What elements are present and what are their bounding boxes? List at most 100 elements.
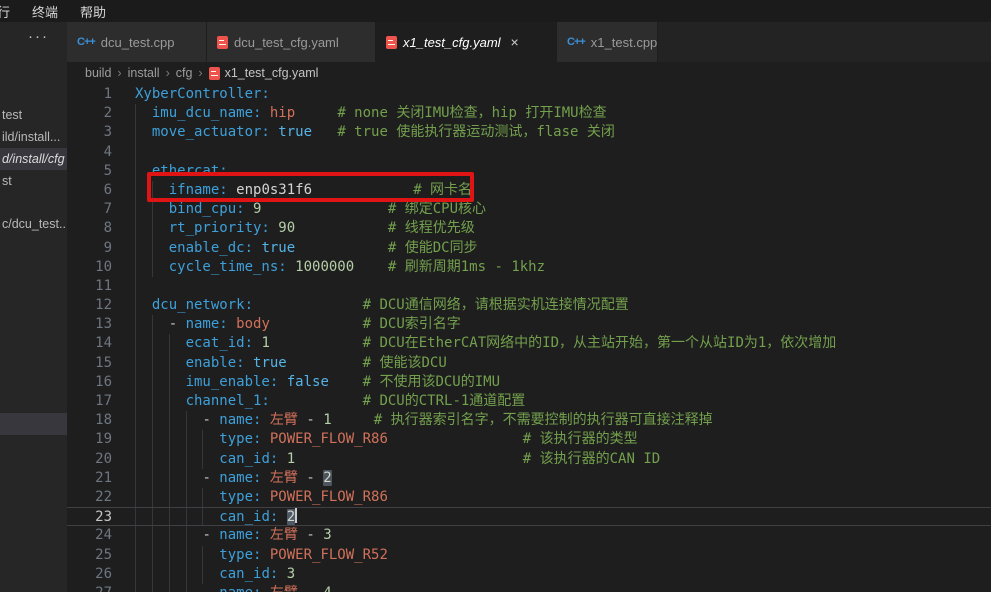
code-line-17[interactable]: 17 channel_1: # DCU的CTRL-1通道配置 [67,392,991,411]
indent-guide [186,565,187,584]
indent-guide [152,219,153,238]
more-actions-icon[interactable]: ··· [28,28,49,45]
code-text: - name: body # DCU索引名字 [127,316,461,332]
code-line-18[interactable]: 18 - name: 左臂 - 1 # 执行器索引名字，不需要控制的执行器可直接… [67,411,991,430]
line-number: 21 [67,469,127,488]
sidebar-list-item[interactable] [0,413,67,435]
line-number: 26 [67,565,127,584]
tab-x1_test_cfg.yaml[interactable]: x1_test_cfg.yaml × [376,22,557,62]
indent-guide [135,584,136,592]
code-text: enable_dc: true # 使能DC同步 [127,240,478,256]
vscode-window: 行终端帮助 ··· testild/install...d/install/cf… [0,0,991,592]
code-text: type: POWER_FLOW_R86 [127,489,388,505]
code-text: can_id: 1 # 该执行器的CAN ID [127,451,660,467]
sidebar-list-item[interactable]: st [0,170,67,192]
code-line-13[interactable]: 13 - name: body # DCU索引名字 [67,315,991,334]
close-icon[interactable]: × [511,34,519,50]
code-line-7[interactable]: 7 bind_cpu: 9 # 绑定CPU核心 [67,200,991,219]
code-line-24[interactable]: 24 - name: 左臂 - 3 [67,526,991,545]
code-line-12[interactable]: 12 dcu_network: # DCU通信网络，请根据实机连接情况配置 [67,296,991,315]
indent-guide [152,584,153,592]
indent-guide [169,430,170,449]
code-line-22[interactable]: 22 type: POWER_FLOW_R86 [67,488,991,507]
line-number: 12 [67,296,127,315]
breadcrumb-segment[interactable]: build [85,66,111,80]
tab-dcu_test.cpp[interactable]: C++dcu_test.cpp [67,22,207,62]
code-line-3[interactable]: 3 move_actuator: true # true 使能执行器运动测试，f… [67,123,991,142]
indent-guide [169,488,170,507]
tab-label: x1_test.cpp [591,35,658,50]
line-number: 19 [67,430,127,449]
tab-label: x1_test_cfg.yaml [403,35,501,50]
indent-guide [152,200,153,219]
menu-item-terminal[interactable]: 终端 [21,2,69,21]
menu-item-help[interactable]: 帮助 [69,2,117,21]
code-line-8[interactable]: 8 rt_priority: 90 # 线程优先级 [67,219,991,238]
tab-dcu_test_cfg.yaml[interactable]: dcu_test_cfg.yaml [207,22,376,62]
code-text: cycle_time_ns: 1000000 # 刷新周期1ms - 1khz [127,259,545,275]
code-line-2[interactable]: 2 imu_dcu_name: hip # none 关闭IMU检查，hip 打… [67,104,991,123]
indent-guide [169,334,170,353]
code-line-14[interactable]: 14 ecat_id: 1 # DCU在EtherCAT网络中的ID，从主站开始… [67,334,991,353]
code-line-23[interactable]: 23 can_id: 2 [67,507,991,526]
indent-guide [135,258,136,277]
indent-guide [135,277,136,296]
indent-guide [135,239,136,258]
breadcrumb-segment[interactable]: cfg [176,66,193,80]
sidebar-list-item[interactable]: d/install/cfg [0,148,67,170]
code-editor[interactable]: 1XyberController:2 imu_dcu_name: hip # n… [67,84,991,592]
code-line-10[interactable]: 10 cycle_time_ns: 1000000 # 刷新周期1ms - 1k… [67,258,991,277]
indent-guide [135,334,136,353]
line-number: 17 [67,392,127,411]
line-number: 1 [67,85,127,104]
yaml-file-icon [209,67,220,80]
code-line-25[interactable]: 25 type: POWER_FLOW_R52 [67,546,991,565]
indent-guide [135,373,136,392]
indent-guide [152,469,153,488]
breadcrumb[interactable]: build›install›cfg›x1_test_cfg.yaml [67,62,991,84]
code-line-11[interactable]: 11 [67,277,991,296]
code-text: type: POWER_FLOW_R86 # 该执行器的类型 [127,431,638,447]
code-line-26[interactable]: 26 can_id: 3 [67,565,991,584]
breadcrumb-segment[interactable]: install [128,66,160,80]
code-text: channel_1: # DCU的CTRL-1通道配置 [127,393,525,409]
indent-guide [169,354,170,373]
sidebar-list-item[interactable]: ild/install... [0,126,67,148]
line-number: 16 [67,373,127,392]
breadcrumb-file[interactable]: x1_test_cfg.yaml [225,66,319,80]
code-line-9[interactable]: 9 enable_dc: true # 使能DC同步 [67,239,991,258]
sidebar-list-item[interactable]: test [0,104,67,126]
code-line-16[interactable]: 16 imu_enable: false # 不使用该DCU的IMU [67,373,991,392]
code-text: move_actuator: true # true 使能执行器运动测试，fla… [127,124,615,140]
menu-item-run[interactable]: 行 [0,2,21,21]
sidebar-list-item[interactable]: c/dcu_test... [0,213,67,235]
code-text: ethercat: [127,163,228,179]
indent-guide [135,143,136,162]
indent-guide [152,373,153,392]
line-number: 14 [67,334,127,353]
indent-guide [169,450,170,469]
code-line-1[interactable]: 1XyberController: [67,85,991,104]
code-line-21[interactable]: 21 - name: 左臂 - 2 [67,469,991,488]
line-number: 4 [67,143,127,162]
code-line-19[interactable]: 19 type: POWER_FLOW_R86 # 该执行器的类型 [67,430,991,449]
indent-guide [152,181,153,200]
indent-guide [152,392,153,411]
indent-guide [186,584,187,592]
indent-guide [135,354,136,373]
indent-guide [135,219,136,238]
tab-x1_test.cpp[interactable]: C++x1_test.cpp [557,22,658,62]
indent-guide [169,469,170,488]
code-line-27[interactable]: 27 - name: 左臂 - 4 [67,584,991,592]
code-line-15[interactable]: 15 enable: true # 使能该DCU [67,354,991,373]
code-line-4[interactable]: 4 [67,143,991,162]
code-line-5[interactable]: 5 ethercat: [67,162,991,181]
code-text: imu_enable: false # 不使用该DCU的IMU [127,374,500,390]
code-text: enable: true # 使能该DCU [127,355,447,371]
indent-guide [135,411,136,430]
tab-bar: C++dcu_test.cppdcu_test_cfg.yamlx1_test_… [67,22,991,62]
code-text: ecat_id: 1 # DCU在EtherCAT网络中的ID，从主站开始，第一… [127,335,836,351]
code-line-20[interactable]: 20 can_id: 1 # 该执行器的CAN ID [67,450,991,469]
indent-guide [186,488,187,507]
code-line-6[interactable]: 6 ifname: enp0s31f6 # 网卡名 [67,181,991,200]
